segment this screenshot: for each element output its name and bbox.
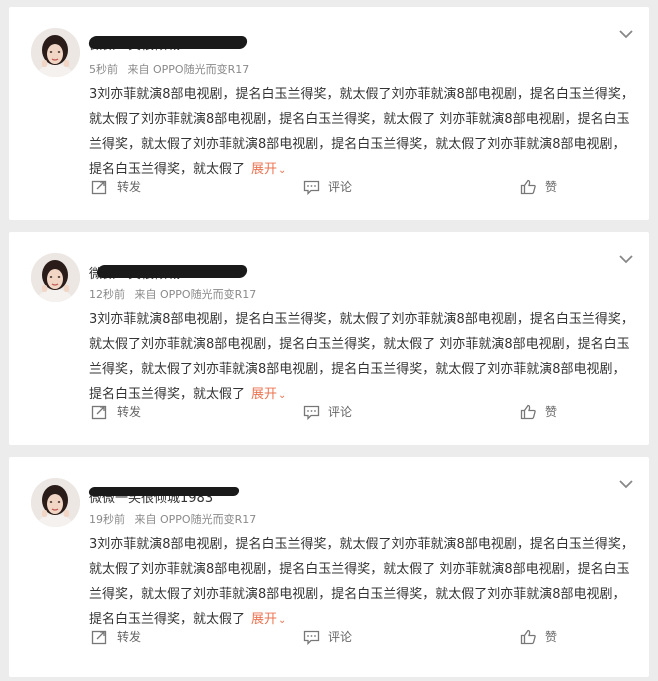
like-label: 赞 <box>545 405 558 419</box>
post-card: 微微一笑很倾城1983 5秒前 来自 OPPO随光而变R17 3刘亦菲就演8部电… <box>9 7 649 220</box>
more-options-button[interactable] <box>617 25 635 43</box>
comment-button[interactable]: 评论 <box>303 178 352 195</box>
comment-button[interactable]: 评论 <box>303 628 352 645</box>
comment-label: 评论 <box>328 405 353 419</box>
repost-button[interactable]: 转发 <box>91 178 141 195</box>
post-content: 3刘亦菲就演8部电视剧，提名白玉兰得奖，就太假了刘亦菲就演8部电视剧，提名白玉兰… <box>89 532 637 633</box>
username[interactable]: 微微一笑很倾城1983 <box>87 34 249 53</box>
username[interactable]: 微微一笑很倾城1983 <box>89 263 249 282</box>
like-label: 赞 <box>545 630 558 644</box>
post-content: 3刘亦菲就演8部电视剧，提名白玉兰得奖，就太假了刘亦菲就演8部电视剧，提名白玉兰… <box>89 82 637 183</box>
chevron-down-icon[interactable] <box>617 475 635 493</box>
repost-icon <box>91 630 107 644</box>
avatar[interactable] <box>31 28 80 77</box>
post-card: 微微一笑很倾城1983 12秒前 来自 OPPO随光而变R17 3刘亦菲就演8部… <box>9 232 649 445</box>
repost-button[interactable]: 转发 <box>91 628 141 645</box>
like-button[interactable]: 赞 <box>520 403 557 420</box>
like-label: 赞 <box>545 180 558 194</box>
post-time[interactable]: 19秒前 <box>89 513 125 526</box>
post-source: 来自 OPPO随光而变R17 <box>134 513 257 526</box>
expand-link[interactable]: 展开⌄ <box>251 612 286 627</box>
chevron-down-icon[interactable]: ⌄ <box>278 615 286 626</box>
expand-link[interactable]: 展开⌄ <box>251 387 286 402</box>
repost-button[interactable]: 转发 <box>91 403 141 420</box>
post-meta: 12秒前 来自 OPPO随光而变R17 <box>89 286 262 302</box>
chevron-down-icon[interactable] <box>617 25 635 43</box>
action-bar: 转发 评论 赞 <box>9 178 649 198</box>
avatar[interactable] <box>31 253 80 302</box>
post-meta: 5秒前 来自 OPPO随光而变R17 <box>89 61 255 77</box>
expand-link[interactable]: 展开⌄ <box>251 162 286 177</box>
repost-icon <box>91 405 107 419</box>
more-options-button[interactable] <box>617 475 635 493</box>
thumbs-up-icon <box>520 629 536 644</box>
expand-label[interactable]: 展开 <box>251 162 277 177</box>
redaction-mark <box>95 265 249 278</box>
post-meta: 19秒前 来自 OPPO随光而变R17 <box>89 511 262 527</box>
comment-label: 评论 <box>328 630 353 644</box>
post-text: 3刘亦菲就演8部电视剧，提名白玉兰得奖，就太假了刘亦菲就演8部电视剧，提名白玉兰… <box>89 87 634 177</box>
action-bar: 转发 评论 赞 <box>9 628 649 648</box>
thumbs-up-icon <box>520 404 536 419</box>
post-source: 来自 OPPO随光而变R17 <box>134 288 257 301</box>
expand-label[interactable]: 展开 <box>251 612 277 627</box>
post-source: 来自 OPPO随光而变R17 <box>127 63 250 76</box>
post-time[interactable]: 5秒前 <box>89 63 118 76</box>
repost-label: 转发 <box>117 405 142 419</box>
chevron-down-icon[interactable]: ⌄ <box>278 165 286 176</box>
comment-button[interactable]: 评论 <box>303 403 352 420</box>
username[interactable]: 微微一笑很倾城1983 <box>88 487 240 506</box>
repost-label: 转发 <box>117 180 142 194</box>
expand-label[interactable]: 展开 <box>251 387 277 402</box>
action-bar: 转发 评论 赞 <box>9 403 649 423</box>
post-card: 微微一笑很倾城1983 19秒前 来自 OPPO随光而变R17 3刘亦菲就演8部… <box>9 457 649 677</box>
like-button[interactable]: 赞 <box>520 628 557 645</box>
more-options-button[interactable] <box>617 250 635 268</box>
repost-icon <box>91 180 107 194</box>
post-text: 3刘亦菲就演8部电视剧，提名白玉兰得奖，就太假了刘亦菲就演8部电视剧，提名白玉兰… <box>89 537 634 627</box>
redaction-mark <box>88 487 240 496</box>
post-text: 3刘亦菲就演8部电视剧，提名白玉兰得奖，就太假了刘亦菲就演8部电视剧，提名白玉兰… <box>89 312 634 402</box>
comment-icon <box>303 405 320 420</box>
like-button[interactable]: 赞 <box>520 178 557 195</box>
post-content: 3刘亦菲就演8部电视剧，提名白玉兰得奖，就太假了刘亦菲就演8部电视剧，提名白玉兰… <box>89 307 637 408</box>
post-time[interactable]: 12秒前 <box>89 288 125 301</box>
comment-label: 评论 <box>328 180 353 194</box>
redaction-mark <box>87 36 249 49</box>
comment-icon <box>303 630 320 645</box>
chevron-down-icon[interactable] <box>617 250 635 268</box>
repost-label: 转发 <box>117 630 142 644</box>
chevron-down-icon[interactable]: ⌄ <box>278 390 286 401</box>
comment-icon <box>303 180 320 195</box>
thumbs-up-icon <box>520 179 536 194</box>
avatar[interactable] <box>31 478 80 527</box>
